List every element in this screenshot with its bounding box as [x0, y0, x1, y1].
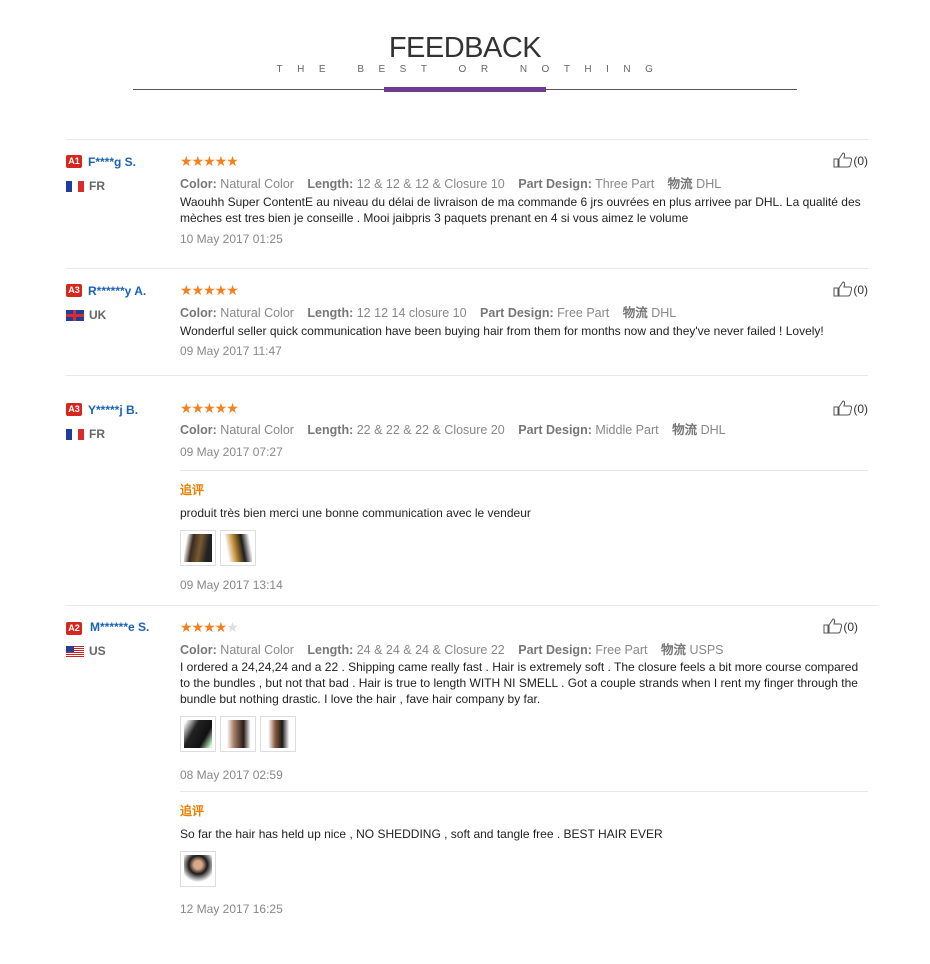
- review-item: A2 M******e S. US ★★★★★ (0) Color: Natura…: [66, 605, 878, 936]
- flag-us-icon: [66, 646, 84, 658]
- review-photo-thumbnail[interactable]: [180, 851, 216, 887]
- followup-divider: [180, 470, 868, 471]
- thumbs-up-icon: [833, 152, 853, 168]
- review-date: 08 May 2017 02:59: [180, 768, 283, 782]
- followup-date: 09 May 2017 13:14: [180, 578, 283, 592]
- rank-badge: A3: [66, 284, 82, 298]
- rating-stars: ★★★★★: [180, 619, 239, 635]
- followup-text: So far the hair has held up nice , NO SH…: [180, 827, 663, 841]
- thumbs-up-icon: [833, 281, 853, 297]
- like-button[interactable]: (0): [823, 618, 858, 634]
- review-photos: [180, 716, 300, 752]
- review-photo-thumbnail[interactable]: [220, 530, 256, 566]
- review-photo-thumbnail[interactable]: [180, 716, 216, 752]
- thumbs-up-icon: [833, 400, 853, 416]
- page-subtitle: THE BEST OR NOTHING: [276, 64, 668, 75]
- product-attributes: Color: Natural Color Length: 12 12 14 cl…: [180, 306, 677, 320]
- review-photo-thumbnail[interactable]: [180, 530, 216, 566]
- rating-stars: ★★★★★: [180, 153, 239, 169]
- review-date: 09 May 2017 11:47: [180, 344, 282, 358]
- rank-badge: A1: [66, 155, 82, 169]
- like-button[interactable]: (0): [833, 281, 868, 297]
- reviewer-name[interactable]: R******y A.: [88, 284, 146, 298]
- rank-badge: A2: [66, 622, 82, 636]
- followup-photos: [180, 851, 220, 887]
- flag-fr-icon: [66, 181, 84, 193]
- followup-title: 追评: [180, 804, 205, 818]
- product-attributes: Color: Natural Color Length: 24 & 24 & 2…: [180, 643, 724, 657]
- review-item: A3 R******y A. UK ★★★★★ (0) Color: Natura…: [66, 268, 868, 376]
- review-text: Waouhh Super ContentE au niveau du délai…: [180, 195, 861, 225]
- flag-fr-icon: [66, 429, 84, 441]
- reviewer-country: US: [66, 644, 174, 658]
- rating-stars: ★★★★★: [180, 282, 239, 298]
- product-attributes: Color: Natural Color Length: 22 & 22 & 2…: [180, 423, 726, 437]
- followup-title: 追评: [180, 483, 205, 497]
- like-button[interactable]: (0): [833, 152, 868, 168]
- reviewer-name[interactable]: Y*****j B.: [88, 403, 138, 417]
- page-header: FEEDBACK THE BEST OR NOTHING: [0, 30, 930, 75]
- followup-photos: [180, 530, 260, 566]
- review-text: Wonderful seller quick communication hav…: [180, 324, 824, 338]
- reviewer-country: FR: [66, 427, 174, 441]
- reviewer-country: FR: [66, 179, 174, 193]
- followup-divider: [180, 791, 868, 792]
- rating-stars: ★★★★★: [180, 400, 239, 416]
- review-date: 10 May 2017 01:25: [180, 232, 283, 246]
- reviewer-name[interactable]: M******e S.: [90, 620, 168, 635]
- followup-text: produit très bien merci une bonne commun…: [180, 506, 531, 520]
- review-text: I ordered a 24,24,24 and a 22 . Shipping…: [180, 660, 859, 706]
- review-item: A1 F****g S. FR ★★★★★ (0) Color: Natural …: [66, 139, 868, 268]
- review-item: A3 Y*****j B. FR ★★★★★ (0) Color: Natural…: [66, 375, 868, 606]
- thumbs-up-icon: [823, 618, 843, 634]
- like-button[interactable]: (0): [833, 400, 868, 416]
- reviewer-name[interactable]: F****g S.: [88, 155, 136, 169]
- header-divider-accent: [384, 87, 546, 92]
- review-date: 09 May 2017 07:27: [180, 445, 283, 459]
- reviewer-country: UK: [66, 308, 174, 322]
- review-photo-thumbnail[interactable]: [260, 716, 296, 752]
- page-title: FEEDBACK: [388, 32, 542, 64]
- rank-badge: A3: [66, 403, 82, 417]
- followup-date: 12 May 2017 16:25: [180, 902, 283, 916]
- review-photo-thumbnail[interactable]: [220, 716, 256, 752]
- flag-uk-icon: [66, 310, 84, 322]
- product-attributes: Color: Natural Color Length: 12 & 12 & 1…: [180, 177, 722, 191]
